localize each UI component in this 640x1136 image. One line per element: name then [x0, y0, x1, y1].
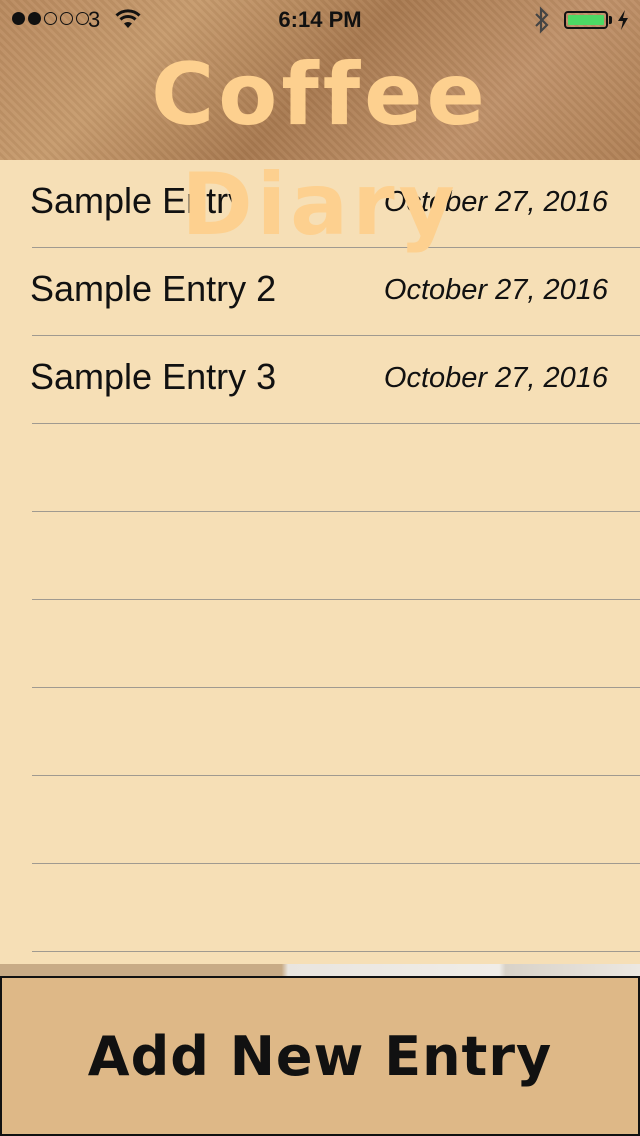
empty-row — [0, 600, 640, 688]
battery-icon — [564, 11, 608, 29]
entry-row[interactable]: Sample Entry 3 October 27, 2016 — [0, 336, 640, 424]
battery-cap — [609, 16, 612, 24]
entry-list: Sample Entry October 27, 2016 Sample Entry… — [0, 160, 640, 964]
empty-row — [0, 424, 640, 512]
entry-row[interactable]: Sample Entry 2 October 27, 2016 — [0, 248, 640, 336]
background-strip — [0, 964, 640, 976]
entry-title: Sample Entry 3 — [30, 356, 277, 397]
app-title: Coffee Diary — [151, 45, 489, 255]
entry-date: October 27, 2016 — [383, 274, 608, 306]
empty-row — [0, 776, 640, 864]
empty-row — [0, 864, 640, 952]
entry-title: Sample Entry 2 — [30, 268, 277, 309]
empty-row — [0, 512, 640, 600]
battery-level-fill — [568, 15, 604, 25]
add-new-entry-button[interactable]: Add New Entry — [0, 976, 640, 1136]
status-bar: 3 6:14 PM — [0, 0, 640, 40]
charging-bolt-icon — [616, 9, 630, 37]
bluetooth-icon — [532, 6, 552, 40]
entry-date: October 27, 2016 — [383, 362, 608, 394]
empty-row — [0, 688, 640, 776]
